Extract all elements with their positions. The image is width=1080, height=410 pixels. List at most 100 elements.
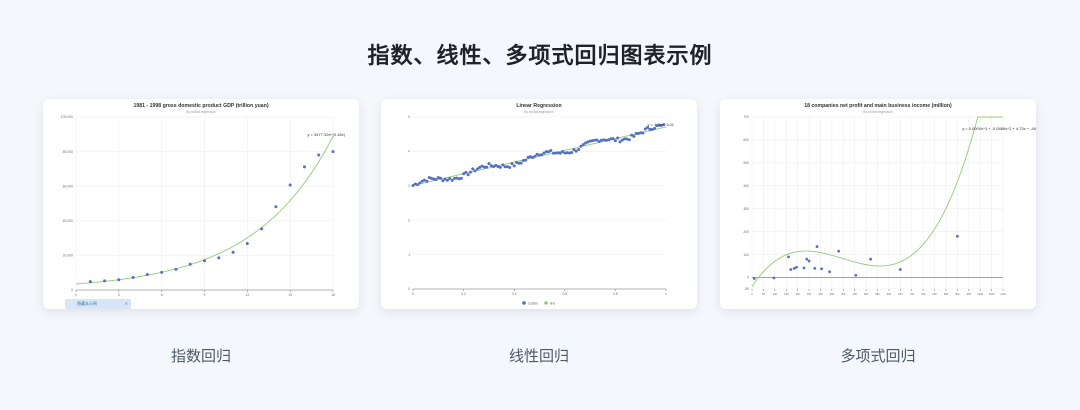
data-point — [459, 176, 463, 180]
data-point — [613, 139, 617, 143]
x-tick-label: 12 — [245, 293, 249, 297]
hide-example-tag[interactable]: 隐藏本示例 × — [65, 299, 131, 309]
x-tick-label: 850 — [944, 292, 949, 296]
chart-title: 1981 - 1998 gross domestic product GDP (… — [133, 103, 268, 109]
chart-subtitle: By ecStat.regression — [863, 110, 893, 114]
x-tick-label: 300 — [818, 292, 823, 296]
data-point — [245, 241, 249, 245]
data-point — [641, 131, 645, 135]
y-tick-label: 40,000 — [63, 219, 73, 223]
data-point — [145, 272, 149, 276]
data-point — [627, 138, 631, 142]
data-point — [616, 136, 620, 140]
data-point — [425, 179, 429, 183]
equation-label: y = 0.0000x^3 + -0.0866x^2 + 4.73x + -46 — [962, 126, 1036, 131]
x-tick-label: 750 — [921, 292, 926, 296]
chart-subtitle: By ecStat.regression — [524, 110, 554, 114]
x-tick-label: 150 — [784, 292, 789, 296]
data-point — [510, 162, 514, 166]
x-tick-label: 18 — [331, 293, 335, 297]
x-tick-label: 600 — [887, 292, 892, 296]
data-point — [854, 273, 858, 277]
y-tick-label: 0 — [408, 287, 410, 291]
y-tick-label: 60,000 — [63, 184, 73, 188]
data-point — [837, 249, 841, 253]
x-tick-label: 3 — [118, 293, 120, 297]
legend-marker — [522, 301, 526, 305]
data-point — [508, 165, 512, 169]
data-point — [752, 277, 756, 280]
polynomial-regression-chart: 18 companies net profit and main busines… — [743, 103, 1036, 296]
data-point — [231, 250, 235, 254]
y-tick-label: 700 — [743, 115, 749, 119]
data-point — [88, 280, 92, 284]
chart-title: Linear Regression — [516, 103, 561, 109]
data-point — [487, 162, 491, 166]
legend-label: scatter — [528, 301, 539, 305]
data-point — [103, 279, 107, 283]
data-point — [274, 205, 278, 209]
data-point — [653, 126, 657, 130]
x-tick-label: 9 — [204, 293, 206, 297]
exponential-regression-chart: 1981 - 1998 gross domestic product GDP (… — [61, 103, 346, 297]
chart-title: 18 companies net profit and main busines… — [804, 103, 952, 109]
data-point — [869, 257, 873, 261]
legend-label: line — [550, 301, 555, 305]
x-tick-label: 6 — [161, 293, 163, 297]
data-point — [577, 148, 581, 152]
data-point — [302, 165, 306, 169]
x-tick-label: 0 — [412, 292, 414, 296]
y-tick-label: 2 — [408, 218, 410, 222]
y-tick-label: 4 — [408, 150, 410, 154]
data-point — [787, 255, 790, 259]
data-point — [473, 169, 477, 173]
x-tick-label: 1100 — [1000, 292, 1006, 296]
x-tick-label: 700 — [910, 292, 915, 296]
x-tick-label: 800 — [932, 292, 937, 296]
x-tick-label: 0.8 — [613, 292, 618, 296]
data-point — [820, 267, 823, 271]
data-point — [789, 268, 793, 271]
data-point — [317, 153, 321, 157]
caption-linear: 线性回归 — [508, 347, 569, 365]
y-tick-label: 20,000 — [63, 254, 73, 258]
data-point — [203, 259, 206, 263]
data-point — [599, 138, 603, 142]
y-tick-label: 0 — [747, 276, 749, 280]
y-tick-label: 100 — [743, 253, 749, 257]
data-point — [632, 134, 636, 138]
data-point — [217, 256, 221, 260]
y-tick-label: 3 — [408, 184, 410, 188]
page-title: 指数、线性、多项式回归图表示例 — [367, 44, 713, 69]
x-tick-label: 1000 — [977, 292, 983, 296]
close-icon[interactable]: × — [125, 299, 128, 309]
y-tick-label: -50 — [744, 287, 749, 291]
data-point — [898, 268, 902, 271]
data-point — [464, 170, 468, 174]
x-tick-label: 1050 — [989, 292, 995, 296]
data-point — [466, 173, 470, 177]
data-point — [260, 227, 264, 231]
exponential-regression-card: 1981 - 1998 gross domestic product GDP (… — [43, 99, 359, 309]
y-tick-label: 1 — [408, 253, 410, 257]
x-tick-label: 400 — [841, 292, 846, 296]
hide-example-label: 隐藏本示例 — [77, 301, 97, 306]
data-point — [805, 257, 809, 261]
x-tick-label: 650 — [898, 292, 903, 296]
x-tick-label: 900 — [955, 292, 960, 296]
y-tick-label: 300 — [743, 207, 749, 211]
caption-polynomial: 多项式回归 — [840, 347, 916, 365]
x-tick-label: 0.4 — [512, 292, 517, 296]
x-tick-label: 0.2 — [461, 292, 466, 296]
equation-label: y = 1.7x + 3.01 — [648, 122, 675, 127]
data-point — [498, 165, 502, 169]
data-point — [512, 164, 516, 168]
x-tick-label: 50 — [762, 292, 765, 296]
x-tick-label: 0.6 — [562, 292, 567, 296]
data-point — [519, 161, 523, 165]
data-point — [795, 265, 798, 269]
data-point — [524, 158, 528, 162]
data-point — [448, 176, 452, 180]
x-tick-label: 0 — [75, 293, 77, 297]
polynomial-regression-card: 18 companies net profit and main busines… — [720, 99, 1036, 309]
